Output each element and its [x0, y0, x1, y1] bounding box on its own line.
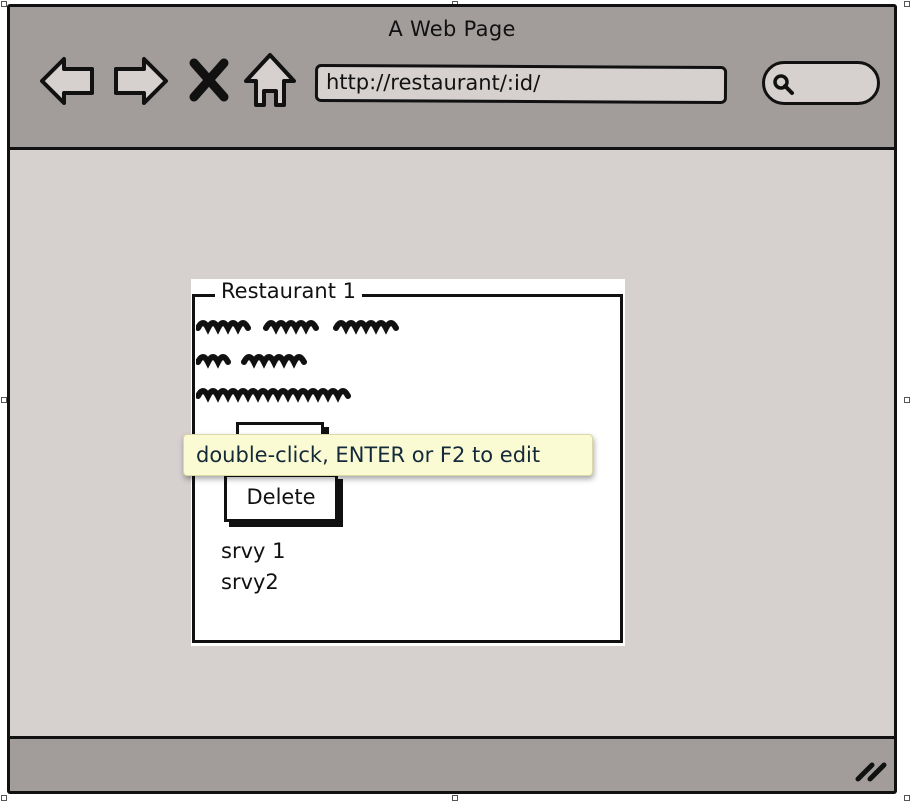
delete-button[interactable]: Delete	[224, 474, 338, 522]
browser-toolbar: A Web Page http://restaurant/:id/	[10, 7, 894, 150]
selection-handle[interactable]	[904, 397, 910, 403]
survey-item[interactable]: srvy2	[221, 569, 279, 595]
survey-item[interactable]: srvy 1	[221, 538, 285, 564]
selection-handle[interactable]	[904, 795, 910, 801]
address-bar-text: http://restaurant/:id/	[325, 69, 541, 96]
forward-arrow-icon[interactable]	[110, 51, 170, 111]
edit-hint-tooltip: double-click, ENTER or F2 to edit	[183, 434, 593, 476]
selection-handle[interactable]	[1, 795, 7, 801]
selection-handle[interactable]	[904, 1, 910, 7]
address-bar[interactable]: http://restaurant/:id/	[314, 63, 728, 105]
back-arrow-icon[interactable]	[38, 51, 98, 111]
home-icon[interactable]	[240, 51, 300, 111]
close-x-icon[interactable]	[186, 57, 232, 103]
panel-legend: Restaurant 1	[215, 279, 363, 303]
status-bar	[10, 736, 894, 791]
selection-handle[interactable]	[452, 795, 458, 801]
search-icon	[771, 72, 795, 96]
scribble-text-line	[196, 354, 307, 369]
browser-window: A Web Page http://restaurant/:id/ Restau…	[7, 4, 897, 794]
search-field[interactable]	[762, 61, 880, 105]
scribble-text-line	[196, 320, 399, 335]
page-title: A Web Page	[388, 17, 516, 41]
scribble-text-line	[196, 388, 351, 403]
resize-grip-icon[interactable]	[854, 757, 888, 783]
